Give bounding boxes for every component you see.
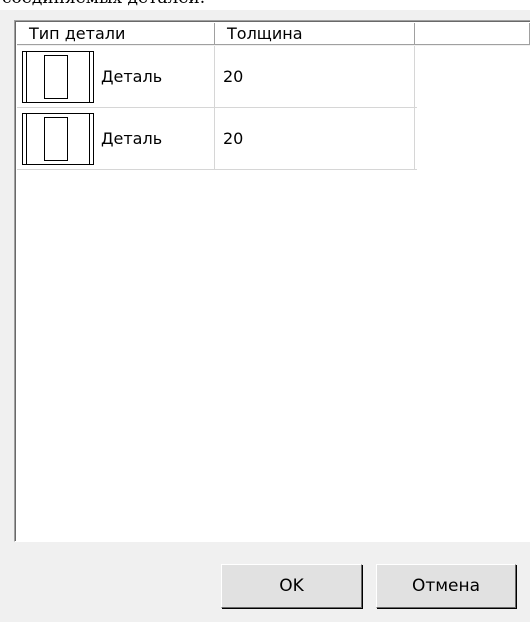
list-header: Тип детали Толщина [17,23,530,46]
thickness-value: 20 [223,67,244,86]
column-header-part-type[interactable]: Тип детали [17,23,215,45]
part-type-label: Деталь [101,129,163,148]
cell-part-type: Деталь [17,108,215,169]
cell-thickness: 20 [215,108,415,169]
cell-thickness: 20 [215,46,415,107]
ok-button[interactable]: OK [221,564,362,608]
part-panel-icon [22,51,94,103]
column-header-empty [415,23,530,45]
clipped-top-text-strip: соединяемых деталей. [0,0,530,10]
parts-list-view[interactable]: Тип детали Толщина Деталь 20 Деталь 20 [14,20,530,542]
thickness-value: 20 [223,129,244,148]
part-type-label: Деталь [101,67,163,86]
instruction-text: соединяемых деталей. [2,0,205,8]
table-row[interactable]: Деталь 20 [17,108,417,170]
table-row[interactable]: Деталь 20 [17,46,417,108]
list-rows: Деталь 20 Деталь 20 [17,46,417,170]
cancel-button[interactable]: Отмена [376,564,516,608]
column-header-thickness[interactable]: Толщина [215,23,415,45]
part-panel-icon [22,113,94,165]
cell-part-type: Деталь [17,46,215,107]
